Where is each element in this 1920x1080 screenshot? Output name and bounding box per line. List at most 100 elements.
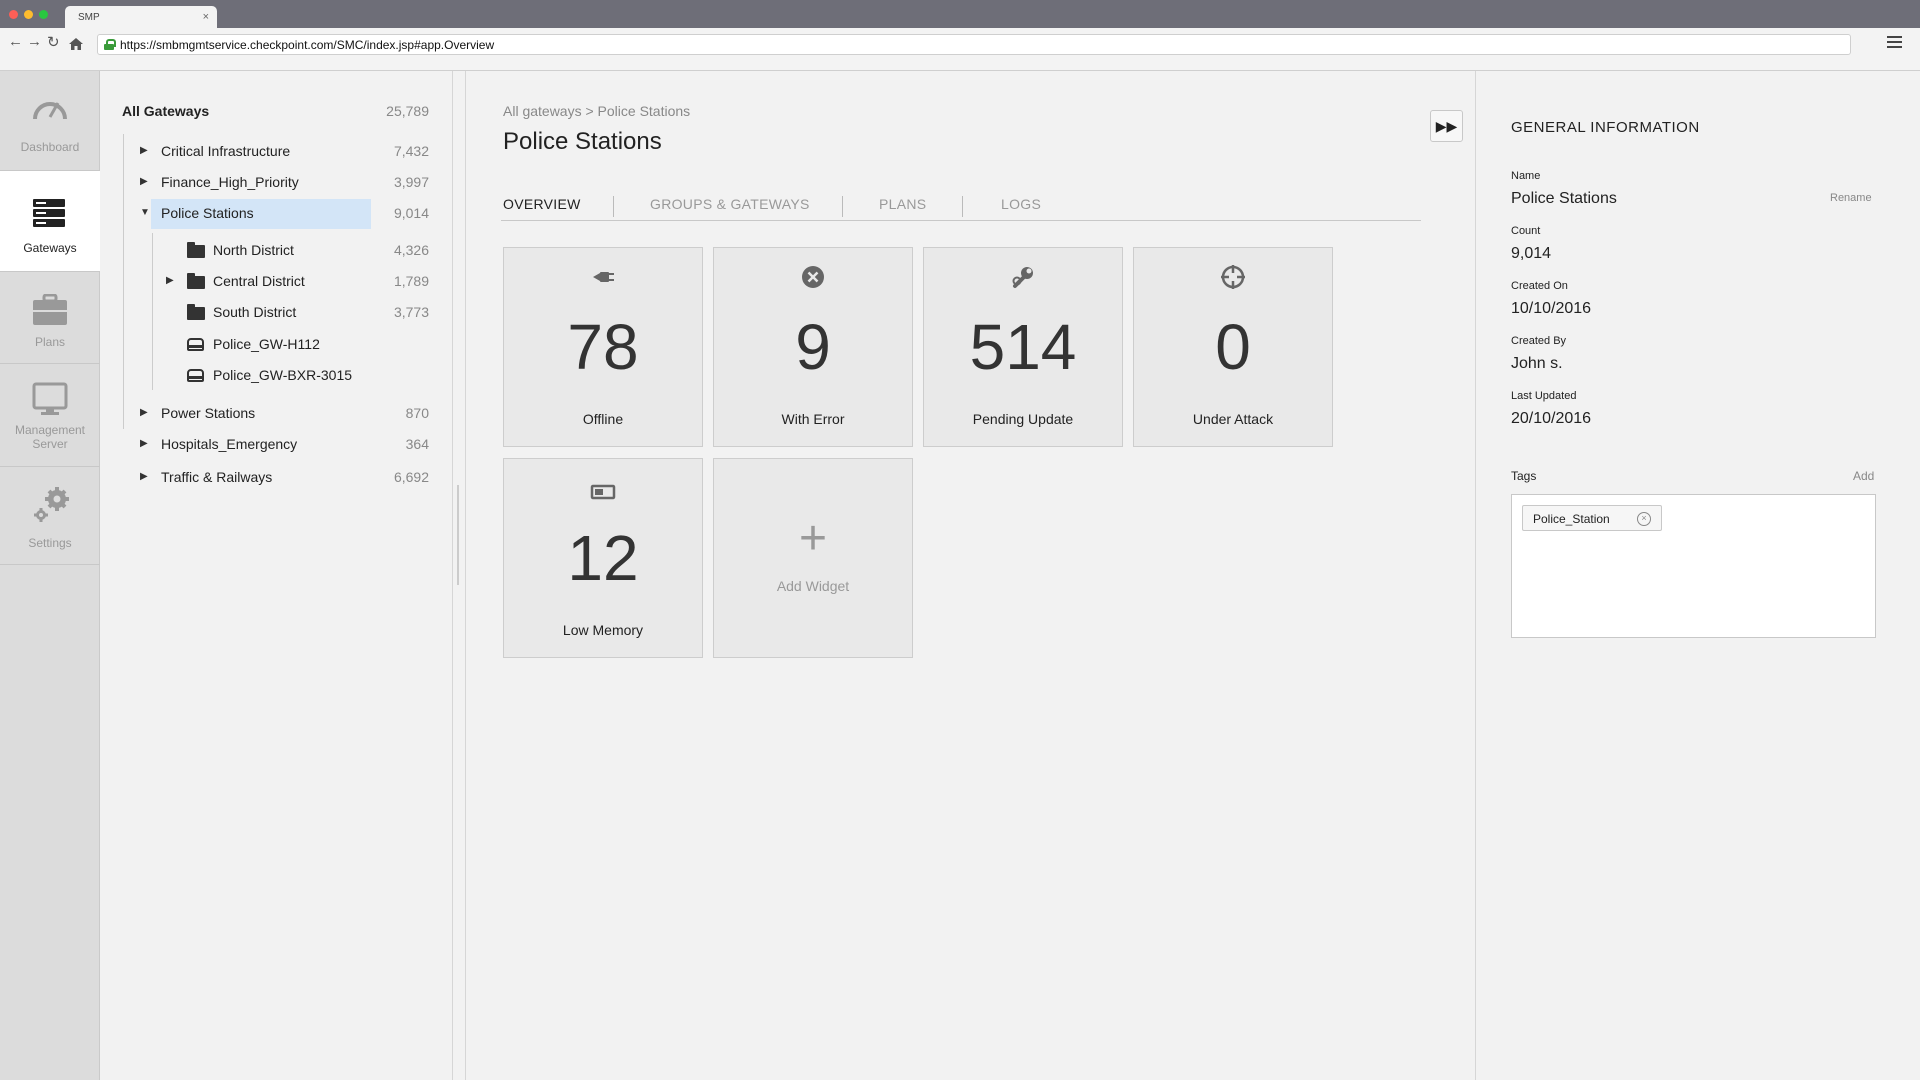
- tab-overview[interactable]: OVERVIEW: [503, 196, 581, 212]
- folder-icon: [187, 304, 205, 320]
- gateway-device-icon: [187, 369, 204, 382]
- add-tag-link[interactable]: Add: [1853, 469, 1874, 483]
- minimize-window-button[interactable]: [24, 10, 33, 19]
- left-nav: Dashboard Gateways Plans Management Serv…: [0, 71, 100, 1080]
- tree-item-police-stations[interactable]: ▼ Police Stations 9,014: [140, 199, 429, 227]
- tab-separator: [962, 196, 963, 217]
- page-title: Police Stations: [503, 128, 662, 155]
- tree-item-critical-infrastructure[interactable]: ▶ Critical Infrastructure 7,432: [140, 137, 429, 165]
- tree-child-label: Police_GW-BXR-3015: [213, 367, 353, 383]
- back-button[interactable]: ←: [8, 33, 23, 50]
- tree-child-central-district[interactable]: ▶ Central District 1,789: [166, 267, 429, 295]
- tree-item-label: Traffic & Railways: [161, 469, 273, 485]
- expand-arrow-icon[interactable]: ▶: [140, 168, 148, 196]
- tab-groups-gateways[interactable]: GROUPS & GATEWAYS: [650, 196, 810, 212]
- tree-item-power-stations[interactable]: ▶ Power Stations 870: [140, 399, 429, 427]
- close-window-button[interactable]: [9, 10, 18, 19]
- nav-gateways[interactable]: Gateways: [0, 171, 100, 272]
- expand-arrow-icon[interactable]: ▶: [140, 430, 148, 458]
- widget-label: Low Memory: [562, 622, 644, 638]
- widget-value: 0: [1215, 311, 1251, 383]
- expand-arrow-icon[interactable]: ▶: [140, 137, 148, 165]
- remove-tag-icon[interactable]: ×: [1637, 512, 1651, 526]
- widget-label: Offline: [582, 411, 624, 427]
- reload-button[interactable]: ↻: [47, 33, 60, 51]
- tree-item-label: Police Stations: [161, 205, 254, 221]
- expand-panel-button[interactable]: ▶▶: [1430, 110, 1463, 142]
- expand-arrow-icon[interactable]: ▶: [166, 267, 174, 295]
- tree-root-count: 25,789: [386, 103, 429, 119]
- widget-with-error[interactable]: 9 With Error: [713, 247, 913, 447]
- widget-pending-update[interactable]: 514 Pending Update: [923, 247, 1123, 447]
- nav-label-management: Management: [14, 423, 86, 437]
- nav-management-server[interactable]: Management Server: [0, 364, 100, 467]
- tree-child-label: North District: [213, 242, 294, 258]
- widget-low-memory[interactable]: 12 Low Memory: [503, 458, 703, 658]
- home-icon: [69, 38, 83, 50]
- expand-arrow-icon[interactable]: ▶: [140, 399, 148, 427]
- tree-child-south-district[interactable]: South District 3,773: [167, 298, 429, 326]
- tree-child-police-gw-bxr-3015[interactable]: Police_GW-BXR-3015: [167, 361, 429, 389]
- field-value-name: Police Stations: [1511, 190, 1617, 207]
- field-label-name: Name: [1511, 170, 1541, 182]
- tree-item-count: 7,432: [393, 143, 429, 159]
- tag-chip[interactable]: Police_Station ×: [1522, 505, 1662, 531]
- widget-value: 514: [969, 311, 1077, 383]
- field-value-created-by: John s.: [1511, 355, 1563, 372]
- tree-item-count: 870: [405, 405, 429, 421]
- tree-item-traffic-railways[interactable]: ▶ Traffic & Railways 6,692: [140, 463, 429, 491]
- maximize-window-button[interactable]: [39, 10, 48, 19]
- expand-arrow-icon[interactable]: ▶: [140, 463, 148, 491]
- tree-child-count: 1,789: [393, 273, 429, 289]
- add-widget-label: Add Widget: [776, 578, 850, 594]
- browser-titlebar: SMP ×: [0, 0, 1920, 28]
- tab-close-icon[interactable]: ×: [203, 11, 209, 23]
- widget-offline[interactable]: 78 Offline: [503, 247, 703, 447]
- tree-item-count: 364: [405, 436, 429, 452]
- rename-link[interactable]: Rename: [1830, 192, 1872, 204]
- add-widget-button[interactable]: + Add Widget: [713, 458, 913, 658]
- nav-settings[interactable]: Settings: [0, 467, 100, 565]
- tree-item-hospitals-emergency[interactable]: ▶ Hospitals_Emergency 364: [140, 430, 429, 458]
- crosshair-icon: [1221, 265, 1245, 289]
- field-value-created-on: 10/10/2016: [1511, 300, 1592, 317]
- home-button[interactable]: [69, 37, 83, 50]
- tree-child-count: 3,773: [393, 304, 429, 320]
- general-info-heading: GENERAL INFORMATION: [1511, 119, 1700, 136]
- address-bar[interactable]: https://smbmgmtservice.checkpoint.com/SM…: [97, 34, 1851, 55]
- panel-resize-handle[interactable]: [457, 485, 459, 585]
- tree-child-label: Central District: [213, 273, 305, 289]
- field-label-created-on: Created On: [1511, 280, 1568, 292]
- tab-logs[interactable]: LOGS: [1001, 196, 1041, 212]
- briefcase-icon: [33, 294, 67, 325]
- field-label-count: Count: [1511, 225, 1541, 237]
- nav-label-gateways: Gateways: [23, 241, 77, 255]
- widget-value: 9: [795, 311, 831, 383]
- tab-plans[interactable]: PLANS: [879, 196, 926, 212]
- nav-label-settings: Settings: [28, 536, 72, 550]
- breadcrumb[interactable]: All gateways > Police Stations: [503, 103, 690, 119]
- tree-guide-line: [123, 134, 124, 429]
- browser-menu-icon[interactable]: [1887, 36, 1902, 51]
- memory-icon: [590, 484, 616, 500]
- tab-separator: [842, 196, 843, 217]
- plus-icon: +: [798, 512, 828, 565]
- nav-plans[interactable]: Plans: [0, 272, 100, 364]
- widget-under-attack[interactable]: 0 Under Attack: [1133, 247, 1333, 447]
- tree-item-finance-high-priority[interactable]: ▶ Finance_High_Priority 3,997: [140, 168, 429, 196]
- browser-tab[interactable]: SMP ×: [65, 6, 217, 28]
- tree-child-north-district[interactable]: North District 4,326: [167, 236, 429, 264]
- tree-item-label: Critical Infrastructure: [161, 143, 291, 159]
- unplugged-icon: [593, 272, 614, 282]
- tree-root-all-gateways[interactable]: All Gateways 25,789: [122, 97, 429, 125]
- nav-dashboard[interactable]: Dashboard: [0, 71, 100, 171]
- collapse-arrow-icon[interactable]: ▼: [140, 199, 150, 227]
- speedometer-icon: [33, 102, 67, 120]
- forward-button[interactable]: →: [27, 33, 42, 50]
- tree-item-label: Hospitals_Emergency: [161, 436, 298, 452]
- tree-child-police-gw-h112[interactable]: Police_GW-H112: [167, 330, 429, 358]
- tags-box[interactable]: Police_Station ×: [1511, 494, 1876, 638]
- field-value-count: 9,014: [1511, 245, 1552, 262]
- tree-guide-line-sub: [152, 233, 153, 390]
- tree-item-count: 9,014: [393, 205, 429, 221]
